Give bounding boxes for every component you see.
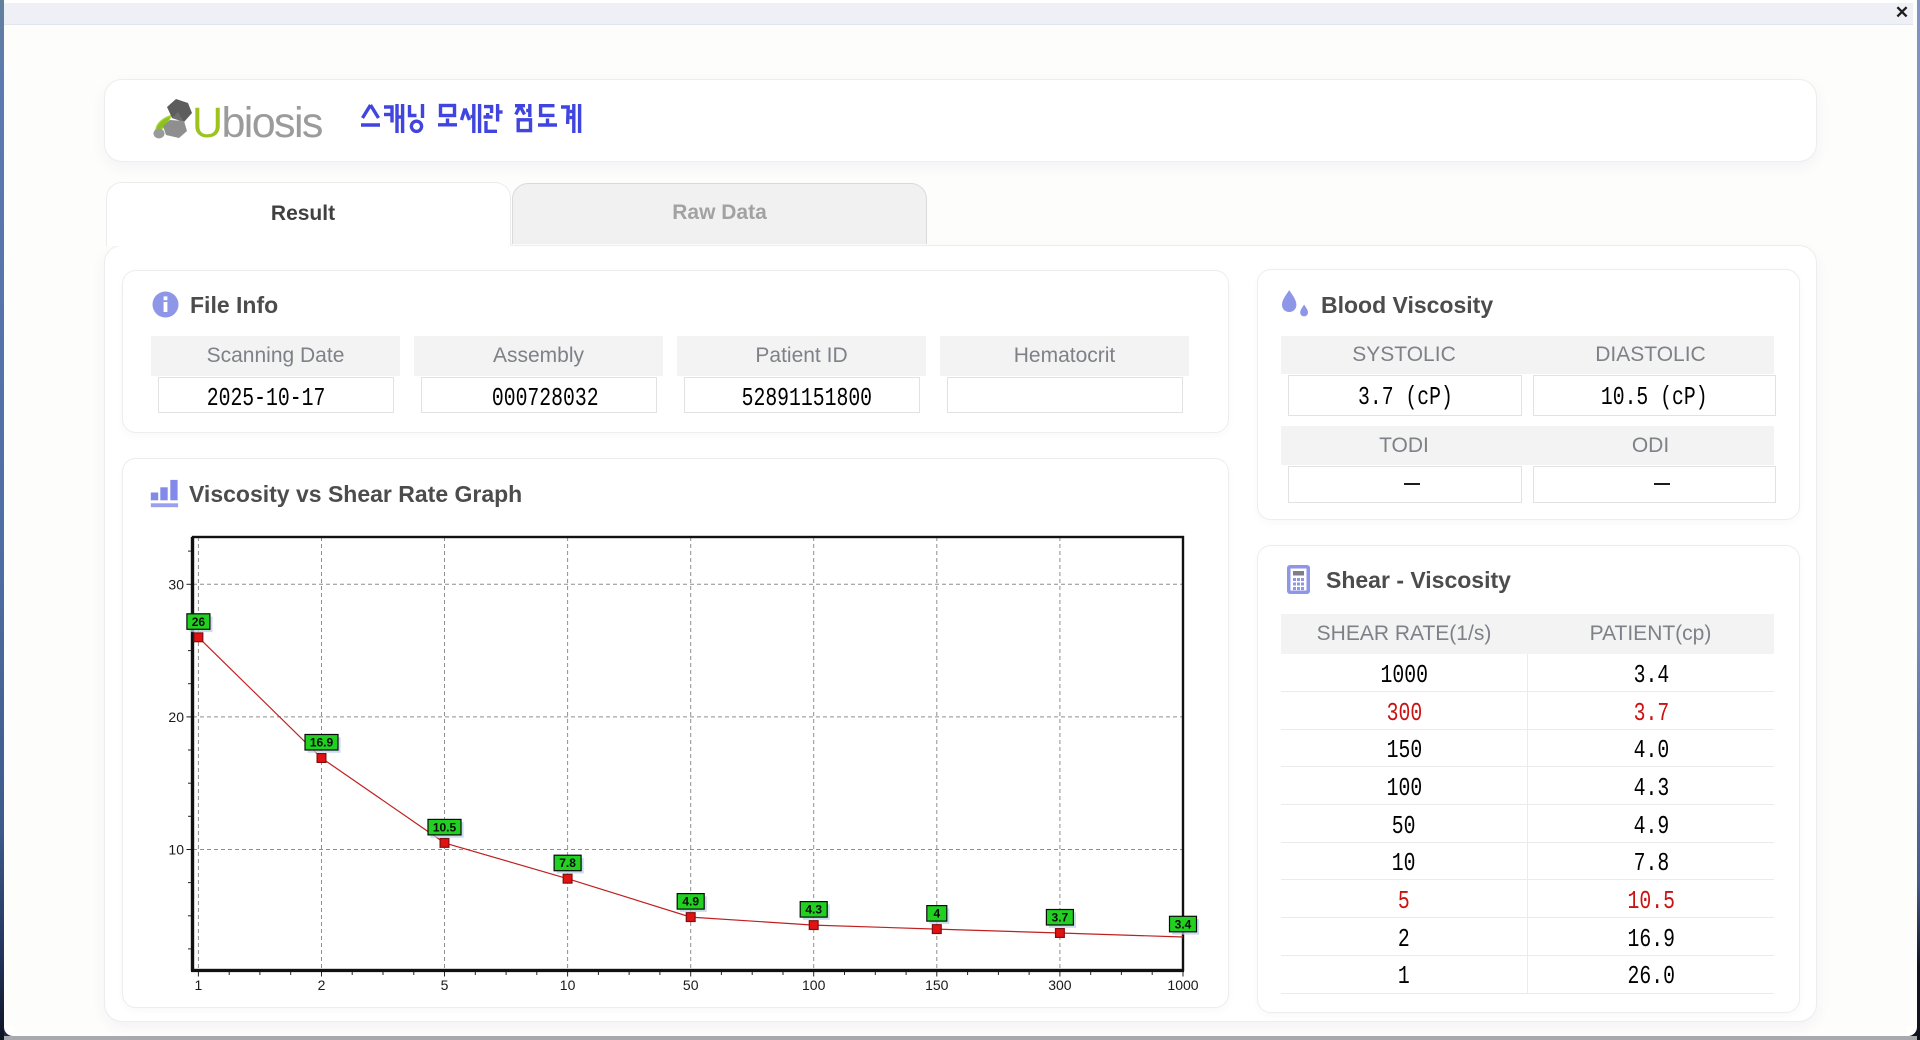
svg-text:150: 150	[925, 977, 949, 993]
svg-text:7.8: 7.8	[559, 856, 576, 870]
svg-text:30: 30	[168, 576, 184, 592]
svg-text:20: 20	[168, 709, 184, 725]
svg-text:4.9: 4.9	[682, 895, 699, 909]
svg-text:5: 5	[441, 977, 449, 993]
svg-text:3.4: 3.4	[1175, 917, 1192, 931]
svg-text:50: 50	[683, 977, 699, 993]
svg-text:100: 100	[802, 977, 826, 993]
svg-text:3.7: 3.7	[1052, 911, 1069, 925]
svg-text:10.5: 10.5	[433, 820, 457, 834]
svg-text:1000: 1000	[1167, 977, 1198, 993]
svg-text:Ubiosis: Ubiosis	[192, 99, 322, 145]
svg-text:16.9: 16.9	[310, 736, 334, 750]
svg-text:4.3: 4.3	[805, 903, 822, 917]
svg-text:1: 1	[195, 977, 203, 993]
svg-text:4: 4	[933, 907, 940, 921]
svg-text:26: 26	[192, 615, 206, 629]
svg-text:2: 2	[318, 977, 326, 993]
svg-text:10: 10	[168, 842, 184, 858]
svg-text:300: 300	[1048, 977, 1072, 993]
svg-text:10: 10	[560, 977, 576, 993]
